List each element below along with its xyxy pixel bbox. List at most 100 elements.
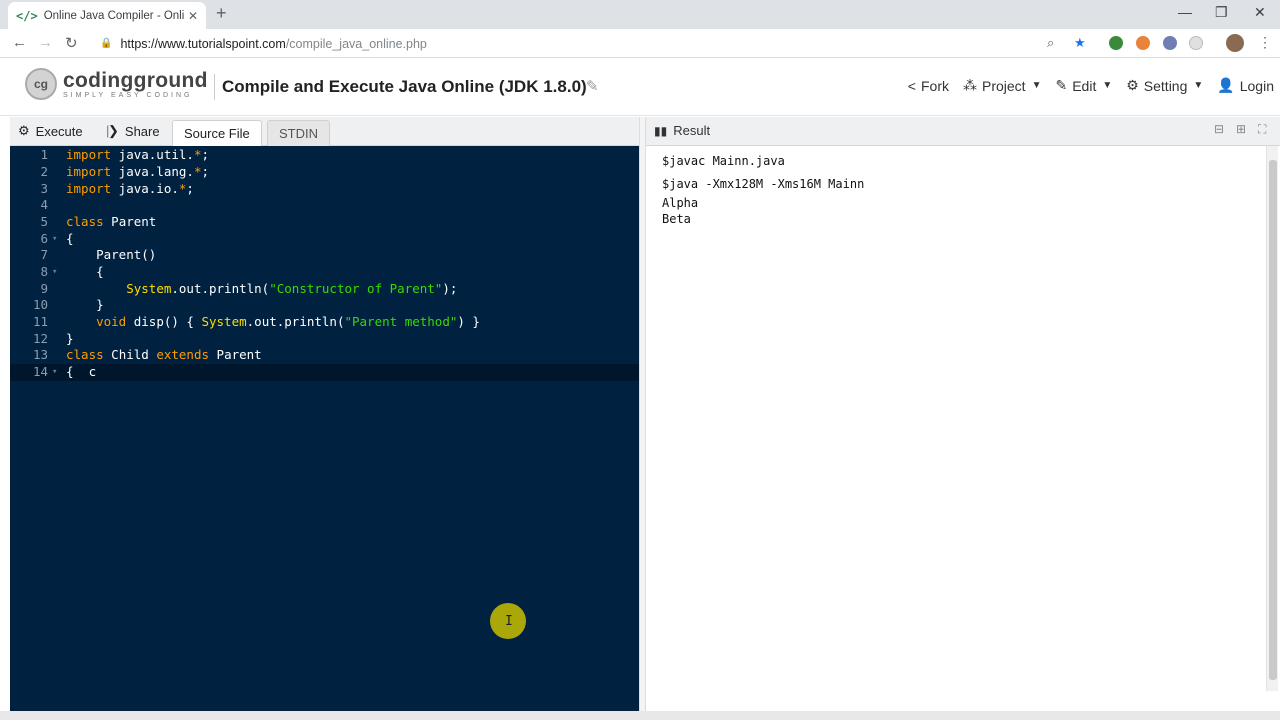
pencil-icon: ✎ [1055, 77, 1068, 93]
line-number: 9 [40, 280, 48, 296]
edit-menu[interactable]: ✎ Edit ▼ [1055, 77, 1112, 94]
bottom-bar [0, 711, 1280, 720]
bookmark-star-icon[interactable]: ★ [1074, 35, 1086, 51]
line-number: 1 [40, 147, 48, 162]
code-text: class Child extends Parent [66, 347, 262, 362]
minimize-icon[interactable]: — [1178, 4, 1192, 20]
code-text: class Parent [66, 214, 157, 229]
code-editor[interactable]: 1 import java.util.*; 2 import java.lang.*… [10, 146, 639, 711]
result-scrollbar[interactable] [1266, 146, 1278, 691]
login-label: Login [1239, 77, 1274, 94]
scrollbar-thumb[interactable] [1269, 160, 1277, 680]
page-title: Compile and Execute Java Online (JDK 1.8… [222, 77, 587, 96]
line-number: 13 [32, 347, 48, 362]
result-output: $javac Mainn.java $java -Xmx128M -Xms16M… [646, 146, 1266, 711]
collapse-icon[interactable]: ⊟ [1214, 122, 1224, 136]
close-window-icon[interactable]: ✕ [1254, 4, 1266, 21]
execute-button[interactable]: ⚙ Execute [18, 123, 83, 139]
back-icon[interactable]: ← [12, 34, 27, 51]
line-number: 7 [40, 247, 48, 262]
fold-arrow-icon[interactable]: ▾ [52, 364, 57, 381]
editor-toolbar: ⚙ Execute | ❯ Share Source File STDIN [10, 117, 639, 146]
fullscreen-icon[interactable]: ⛶ [1258, 122, 1266, 137]
tab-title: Online Java Compiler - Online Ja [43, 9, 184, 22]
lock-icon: 🔒 [100, 38, 113, 49]
logo-text: codingground [63, 68, 208, 92]
line-number: 14 [32, 364, 48, 379]
fold-arrow-icon[interactable]: ▾ [52, 231, 57, 248]
project-menu[interactable]: ⁂ Project ▼ [963, 77, 1041, 94]
reload-icon[interactable]: ↻ [65, 34, 78, 52]
code-text: import java.util.*; [66, 147, 210, 162]
result-title-label: Result [673, 123, 711, 138]
avatar[interactable] [1226, 34, 1244, 52]
fork-button[interactable]: < Fork [908, 78, 949, 94]
code-line-current: 14 ▾ { c [10, 364, 639, 381]
gear-icon: ⚙ [1126, 77, 1139, 93]
code-text: System.out.println("Constructor of Paren… [126, 280, 458, 296]
header-divider [214, 74, 215, 100]
close-tab-icon[interactable]: ✕ [188, 9, 198, 23]
edit-label: Edit [1072, 77, 1097, 94]
restore-icon[interactable]: ❐ [1215, 4, 1228, 21]
extension-icon[interactable] [1136, 36, 1150, 50]
line-number: 8 [40, 264, 48, 279]
extension-icon[interactable] [1163, 36, 1177, 50]
tab-source-file[interactable]: Source File [172, 120, 262, 146]
browser-menu-icon[interactable]: ⋮ [1258, 34, 1272, 51]
output-line: Alpha [662, 196, 699, 210]
tab-stdin[interactable]: STDIN [267, 120, 330, 146]
url-host: https://www.tutorialspoint.com [120, 36, 286, 51]
text-cursor-icon: I [505, 614, 513, 629]
code-line: 6 ▾ { [10, 231, 639, 248]
share-label: Share [124, 123, 160, 139]
main-nav: < Fork ⁂ Project ▼ ✎ Edit ▼ ⚙ Setting ▼ 👤 Login [894, 77, 1274, 94]
chevron-down-icon: ▼ [1031, 80, 1042, 91]
login-button[interactable]: 👤 Login [1217, 77, 1274, 94]
code-text: import java.io.*; [66, 180, 194, 196]
url-bar[interactable]: 🔒 https://www.tutorialspoint.com /compil… [92, 32, 1100, 55]
code-line: 8 ▾ { [10, 264, 639, 281]
logo-tagline: SIMPLY EASY CODING [63, 91, 193, 99]
panel-resize-handle[interactable] [639, 117, 646, 712]
code-text: { c [66, 364, 97, 379]
code-line: 2 import java.lang.*; [10, 164, 639, 181]
line-number: 2 [40, 164, 48, 179]
logo[interactable]: cg codingground SIMPLY EASY CODING [25, 68, 208, 100]
extension-icon[interactable] [1189, 36, 1203, 50]
share-button[interactable]: ❯ Share [108, 123, 160, 139]
app-header: cg codingground SIMPLY EASY CODING Compi… [0, 58, 1280, 116]
new-tab-icon[interactable]: + [216, 3, 227, 24]
code-text: } [66, 330, 74, 346]
result-title: ▮▮ Result [654, 123, 710, 138]
code-text: } [66, 297, 104, 312]
code-favicon-icon: </> [16, 8, 38, 23]
fold-arrow-icon[interactable]: ▾ [52, 264, 57, 281]
code-text: void disp() { System.out.println("Parent… [96, 314, 480, 329]
execute-label: Execute [35, 123, 83, 139]
code-line: 11 void disp() { System.out.println("Par… [10, 314, 639, 331]
expand-icon[interactable]: ⊞ [1236, 122, 1246, 136]
code-line: 12} [10, 331, 639, 348]
line-number: 4 [40, 197, 48, 212]
setting-label: Setting [1143, 77, 1188, 94]
code-line: 7 Parent() [10, 247, 639, 264]
output-line: $javac Mainn.java [662, 154, 785, 168]
project-icon: ⁂ [962, 77, 977, 93]
browser-addressbar: ← → ↻ 🔒 https://www.tutorialspoint.com /… [0, 29, 1280, 58]
edit-title-icon[interactable]: ✎ [586, 77, 599, 95]
setting-menu[interactable]: ⚙ Setting ▼ [1126, 77, 1203, 94]
user-icon: 👤 [1217, 77, 1235, 93]
browser-tab[interactable]: </> Online Java Compiler - Online Ja ✕ [8, 2, 206, 29]
line-number: 10 [32, 297, 48, 312]
bar-chart-icon: ▮▮ [654, 123, 668, 138]
code-line: 13 class Child extends Parent [10, 347, 639, 364]
project-label: Project [981, 77, 1026, 94]
zoom-icon[interactable]: ⌕ [1047, 35, 1054, 51]
line-number: 6 [40, 230, 48, 246]
code-text: { [66, 230, 74, 246]
extension-icon[interactable] [1109, 36, 1123, 50]
code-line: 3 import java.io.*; [10, 181, 639, 198]
forward-icon[interactable]: → [38, 34, 53, 51]
output-line: $java -Xmx128M -Xms16M Mainn [662, 177, 865, 191]
